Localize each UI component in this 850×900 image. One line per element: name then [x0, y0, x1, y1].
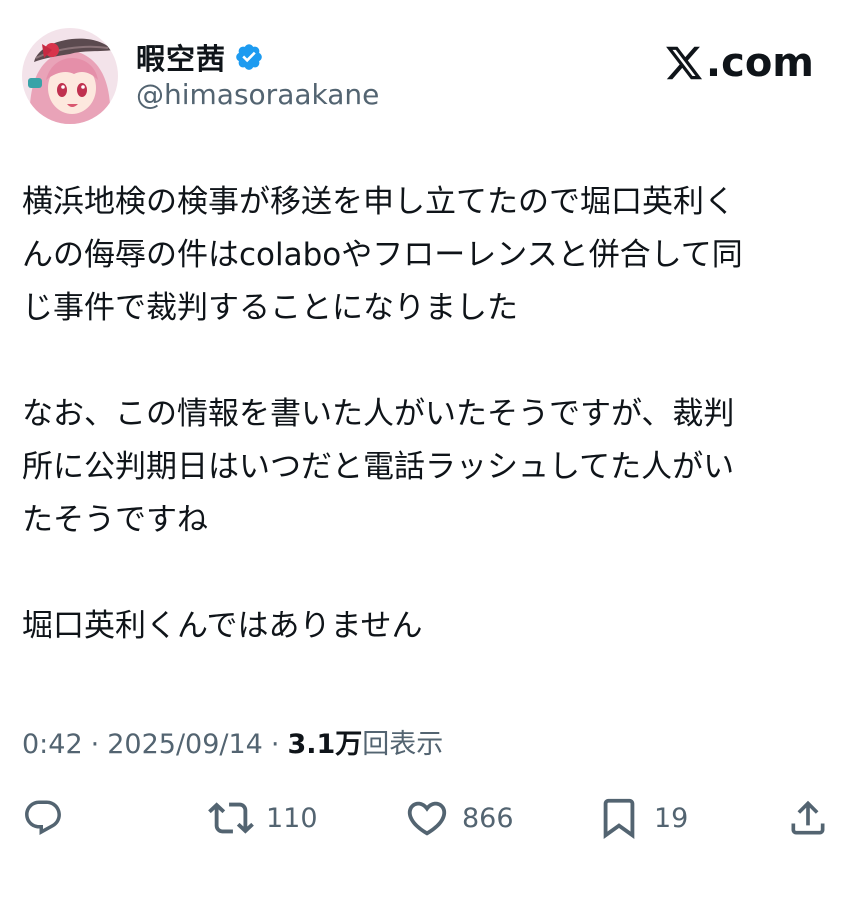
views-label: 回表示: [362, 729, 444, 760]
like-button[interactable]: 866: [404, 792, 514, 844]
share-icon: [791, 800, 825, 835]
bookmark-button[interactable]: 19: [596, 792, 688, 844]
x-logo-icon: [666, 46, 702, 80]
x-com-text: .com: [705, 40, 814, 86]
post-date[interactable]: 2025/09/14: [107, 729, 263, 760]
bookmark-count: 19: [654, 802, 689, 834]
avatar[interactable]: [22, 28, 118, 124]
post-view: 暇空茜 @himasoraakane .com 横浜地検の検事が移送を申し立てた…: [0, 0, 850, 900]
post-paragraph: 横浜地検の検事が移送を申し立てたので堀口英利く んの侮辱の件はcolaboやフロ…: [22, 184, 743, 326]
views-count[interactable]: 3.1万: [287, 722, 362, 761]
reply-button[interactable]: [22, 792, 64, 844]
retweet-count: 110: [266, 802, 318, 834]
avatar-image: [22, 28, 118, 124]
action-bar: 110 866 19: [22, 792, 832, 844]
verified-badge-icon[interactable]: [234, 42, 264, 72]
post-time[interactable]: 0:42: [22, 729, 83, 760]
post-paragraph: なお、この情報を書いた人がいたそうですが、裁判 所に公判期日はいつだと電話ラッシ…: [22, 396, 735, 538]
retweet-button[interactable]: 110: [208, 792, 318, 844]
display-name[interactable]: 暇空茜: [136, 36, 226, 78]
x-com-logo: .com: [664, 40, 814, 86]
user-handle[interactable]: @himasoraakane: [136, 78, 379, 111]
like-count: 866: [462, 802, 514, 834]
meta-separator: ·: [270, 729, 280, 760]
retweet-icon: [208, 802, 254, 834]
meta-separator: ·: [90, 729, 100, 760]
heart-icon: [407, 801, 447, 836]
share-button[interactable]: [786, 792, 830, 844]
author-name-row[interactable]: 暇空茜: [136, 36, 264, 78]
post-paragraph: 堀口英利くんではありません: [22, 608, 423, 644]
bookmark-icon: [603, 798, 635, 839]
post-text: 横浜地検の検事が移送を申し立てたので堀口英利く んの侮辱の件はcolaboやフロ…: [22, 176, 832, 653]
reply-icon: [25, 800, 61, 835]
post-meta: 0:42 · 2025/09/14 · 3.1万 回表示: [22, 722, 443, 761]
